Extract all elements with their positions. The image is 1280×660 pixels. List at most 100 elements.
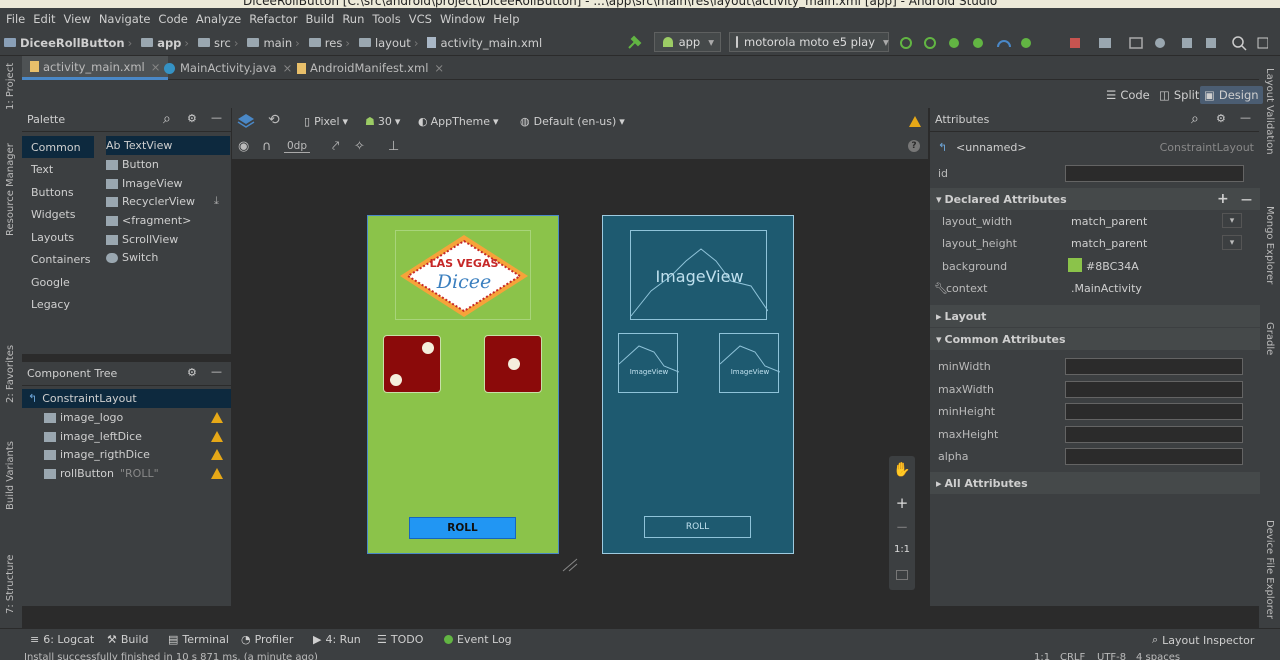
menu-view[interactable]: View <box>64 12 91 26</box>
project-tool-button[interactable]: 1: Project <box>5 63 16 110</box>
event-log-button[interactable]: Event Log <box>444 633 512 646</box>
theme-selector[interactable]: ◐ AppTheme ▾ <box>418 115 499 128</box>
palette-cat-google[interactable]: Google <box>22 271 94 293</box>
palette-cat-layouts[interactable]: Layouts <box>22 226 94 248</box>
alpha-input[interactable] <box>1065 447 1243 465</box>
breadcrumb-main[interactable]: main › <box>247 36 304 50</box>
palette-item-button[interactable]: Button <box>106 155 159 174</box>
favorites-tool-button[interactable]: 2: Favorites <box>5 345 16 403</box>
zoom-in-button[interactable]: + <box>889 494 915 512</box>
device-file-explorer-tool-button[interactable]: Device File Explorer <box>1264 520 1275 619</box>
clear-constraints-icon[interactable]: ⤤ <box>332 139 339 154</box>
guidelines-icon[interactable]: ⊥ <box>388 139 399 154</box>
palette-cat-widgets[interactable]: Widgets <box>22 203 94 225</box>
menu-analyze[interactable]: Analyze <box>196 12 241 26</box>
build-button[interactable]: ⚒ Build <box>107 633 149 646</box>
structure-tool-button[interactable]: 7: Structure <box>5 555 16 614</box>
gear-icon[interactable]: ⚙ <box>1216 112 1226 125</box>
breadcrumb-layout[interactable]: layout › <box>358 36 424 50</box>
gear-icon[interactable]: ⚙ <box>187 366 197 379</box>
warning-icon[interactable] <box>211 431 223 442</box>
tree-item-image-left-dice[interactable]: image_leftDice <box>44 427 142 446</box>
design-preview-screen[interactable]: LAS VEGAS Dicee ROLL <box>367 215 559 554</box>
menu-code[interactable]: Code <box>158 12 187 26</box>
menu-window[interactable]: Window <box>440 12 485 26</box>
minimize-icon[interactable]: — <box>211 111 222 124</box>
profiler-button[interactable]: ◔ Profiler <box>241 633 293 646</box>
api-selector[interactable]: ☗ 30 ▾ <box>365 115 400 128</box>
declared-attributes-header[interactable]: ▾ Declared Attributes + — <box>930 188 1260 210</box>
menu-edit[interactable]: Edit <box>33 12 55 26</box>
split-view-button[interactable]: ◫ Split <box>1155 86 1203 104</box>
background-value[interactable]: #8BC34A <box>1086 260 1139 273</box>
gear-icon[interactable]: ⚙ <box>187 112 197 125</box>
tab-android-manifest[interactable]: AndroidManifest.xml × <box>289 56 452 80</box>
palette-cat-common[interactable]: Common <box>22 136 94 158</box>
blueprint-screen[interactable]: ImageView ImageView ImageView ROLL <box>602 215 794 554</box>
palette-item-textview[interactable]: Ab TextView <box>106 136 230 155</box>
breadcrumb-project[interactable]: DiceeRollButton › <box>4 36 137 50</box>
logo-image[interactable]: LAS VEGAS Dicee <box>395 230 531 320</box>
warning-icon[interactable] <box>211 468 223 479</box>
common-attributes-header[interactable]: ▾ Common Attributes <box>930 328 1260 350</box>
resize-handle-icon[interactable] <box>561 557 579 573</box>
breadcrumb-app[interactable]: app › <box>141 36 194 50</box>
gradle-tool-button[interactable]: Gradle <box>1264 322 1275 355</box>
toolbar-icons[interactable] <box>898 35 1268 51</box>
roll-button[interactable]: ROLL <box>409 517 516 539</box>
zoom-actual-size-button[interactable]: 1:1 <box>889 544 915 555</box>
file-encoding[interactable]: UTF-8 <box>1097 652 1126 660</box>
menu-file[interactable]: File <box>6 12 25 26</box>
palette-cat-legacy[interactable]: Legacy <box>22 293 94 315</box>
device-dropdown[interactable]: motorola moto e5 play ▾ <box>729 32 889 52</box>
color-swatch[interactable] <box>1068 258 1082 272</box>
caret-position[interactable]: 1:1 <box>1034 652 1050 660</box>
device-selector[interactable]: ▯ Pixel ▾ <box>304 115 348 128</box>
code-view-button[interactable]: ☰ Code <box>1102 86 1154 104</box>
run-button[interactable]: ▶ 4: Run <box>313 633 361 646</box>
palette-cat-buttons[interactable]: Buttons <box>22 181 94 203</box>
warning-icon[interactable] <box>211 412 223 423</box>
chevron-down-icon[interactable]: ▾ <box>1222 235 1242 250</box>
line-separator[interactable]: CRLF <box>1060 652 1085 660</box>
warning-icon[interactable] <box>909 116 921 127</box>
blueprint-left-dice[interactable]: ImageView <box>618 333 679 393</box>
todo-button[interactable]: ☰ TODO <box>377 633 423 646</box>
minimize-icon[interactable]: — <box>211 365 222 378</box>
zoom-out-button[interactable]: − <box>889 518 915 536</box>
remove-attribute-icon[interactable]: — <box>1241 193 1252 206</box>
max-width-input[interactable] <box>1065 380 1243 398</box>
menu-help[interactable]: Help <box>493 12 519 26</box>
menu-refactor[interactable]: Refactor <box>249 12 297 26</box>
menu-run[interactable]: Run <box>342 12 364 26</box>
context-value[interactable]: .MainActivity <box>1065 280 1243 297</box>
terminal-button[interactable]: ▤ Terminal <box>168 633 229 646</box>
infer-constraints-icon[interactable]: ✧ <box>354 139 365 154</box>
breadcrumb-res[interactable]: res › <box>308 36 355 50</box>
tree-root-constraintlayout[interactable]: ↰ ConstraintLayout <box>22 389 231 408</box>
indent-setting[interactable]: 4 spaces <box>1136 652 1180 660</box>
palette-item-fragment[interactable]: <fragment> <box>106 211 191 230</box>
menu-vcs[interactable]: VCS <box>409 12 432 26</box>
eye-icon[interactable]: ◉ <box>238 139 249 154</box>
id-input[interactable] <box>1065 164 1244 182</box>
left-dice-image[interactable] <box>383 335 441 393</box>
tree-item-image-logo[interactable]: image_logo <box>44 408 123 427</box>
min-width-input[interactable] <box>1065 357 1243 375</box>
max-height-input[interactable] <box>1065 425 1243 443</box>
help-icon[interactable]: ? <box>908 140 920 152</box>
magnet-icon[interactable]: ∩ <box>262 139 272 154</box>
mongo-explorer-tool-button[interactable]: Mongo Explorer <box>1264 206 1275 284</box>
blueprint-roll-button[interactable]: ROLL <box>644 516 751 538</box>
logcat-button[interactable]: ≡ 6: Logcat <box>30 633 94 646</box>
tab-main-activity[interactable]: MainActivity.java × <box>156 56 300 80</box>
locale-selector[interactable]: ◍ Default (en-us) ▾ <box>520 115 625 128</box>
hammer-icon[interactable] <box>626 34 644 52</box>
tree-item-image-right-dice[interactable]: image_rigthDice <box>44 445 150 464</box>
close-icon[interactable]: × <box>434 61 444 75</box>
warning-icon[interactable] <box>211 449 223 460</box>
menu-navigate[interactable]: Navigate <box>99 12 151 26</box>
breadcrumb-src[interactable]: src › <box>198 36 243 50</box>
tab-activity-main[interactable]: activity_main.xml × <box>22 56 169 80</box>
chevron-down-icon[interactable]: ▾ <box>1222 213 1242 228</box>
